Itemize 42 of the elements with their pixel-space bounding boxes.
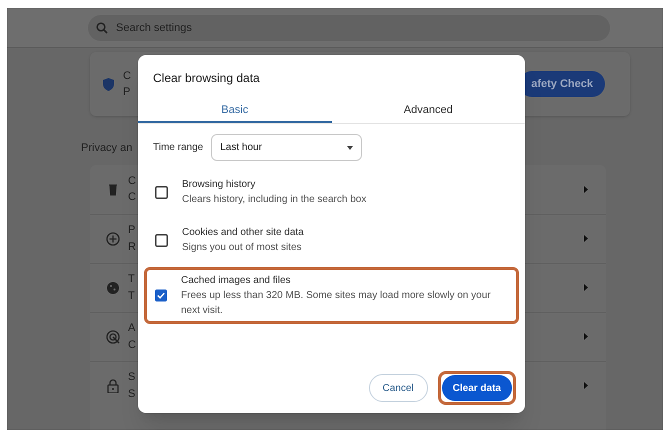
trash-icon bbox=[106, 182, 120, 196]
checkbox[interactable] bbox=[155, 289, 167, 302]
checkbox[interactable] bbox=[155, 186, 168, 198]
cancel-button[interactable]: Cancel bbox=[368, 374, 428, 402]
row-subtitle: C bbox=[128, 338, 136, 352]
cookie-icon bbox=[106, 280, 120, 294]
row-subtitle: S bbox=[128, 386, 136, 402]
row-title: C bbox=[128, 174, 136, 188]
option-title: Cookies and other site data bbox=[182, 226, 304, 240]
row-title: A bbox=[128, 321, 136, 336]
tab[interactable]: Basic bbox=[138, 100, 332, 123]
row-title: T bbox=[128, 272, 135, 287]
tab[interactable]: Advanced bbox=[332, 100, 525, 123]
arrow-right-icon[interactable] bbox=[584, 186, 588, 192]
row-subtitle: T bbox=[128, 288, 135, 304]
arrow-right-icon[interactable] bbox=[584, 284, 588, 291]
option-description: Signs you out of most sites bbox=[182, 241, 303, 255]
option-description: Frees up less than 320 MB. Some sites may load more slowly on your next visit. bbox=[181, 289, 492, 318]
card-subtitle: P bbox=[123, 85, 131, 100]
arrow-right-icon[interactable] bbox=[584, 333, 588, 340]
time-range-dropdown[interactable]: Last hour bbox=[211, 134, 362, 161]
card-title: C bbox=[123, 68, 131, 84]
option-title: Browsing history bbox=[182, 178, 256, 192]
row-title: S bbox=[128, 370, 136, 385]
search-placeholder: Search settings bbox=[116, 20, 192, 36]
row-subtitle: C bbox=[128, 190, 136, 205]
shield-icon bbox=[102, 76, 115, 92]
checkbox[interactable] bbox=[155, 234, 168, 246]
lock-icon bbox=[106, 378, 120, 392]
time-range-label: Time range bbox=[153, 141, 204, 155]
row-subtitle: R bbox=[128, 240, 136, 254]
row-title: P bbox=[128, 223, 136, 238]
option-description: Clears history, including in the search box bbox=[182, 193, 366, 207]
target-icon bbox=[106, 330, 120, 344]
section-heading: Privacy an bbox=[81, 141, 132, 156]
clear-data-button[interactable]: Clear data bbox=[442, 375, 512, 402]
caret-icon bbox=[347, 146, 354, 150]
search-icon bbox=[96, 22, 108, 34]
arrow-right-icon[interactable] bbox=[584, 235, 588, 242]
dialog-title: Clear browsing data bbox=[153, 70, 261, 87]
option-title: Cached images and files bbox=[181, 274, 292, 288]
arrow-right-icon[interactable] bbox=[584, 382, 588, 389]
